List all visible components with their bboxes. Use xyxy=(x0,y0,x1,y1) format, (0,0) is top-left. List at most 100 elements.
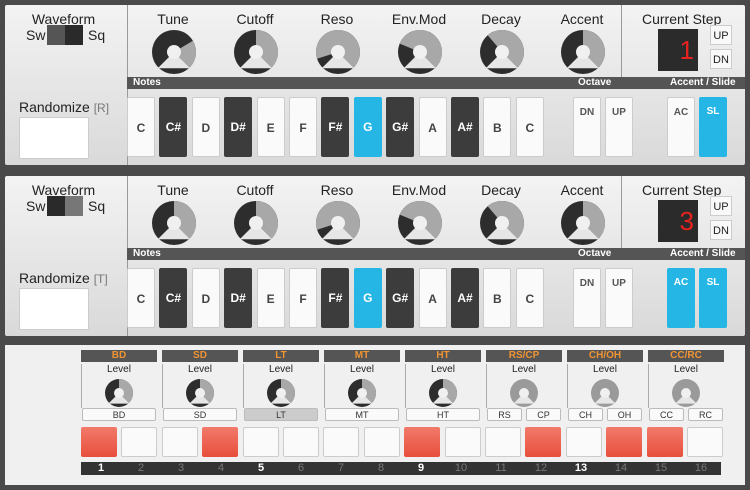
step-button-15[interactable] xyxy=(646,427,683,457)
note-key-b[interactable]: B xyxy=(483,97,512,157)
randomize-section: Randomize [R] xyxy=(5,77,128,165)
note-key-c[interactable]: C xyxy=(127,268,155,328)
step-button-10[interactable] xyxy=(444,427,481,457)
level-knob[interactable] xyxy=(509,378,539,408)
note-key-c-sharp[interactable]: C# xyxy=(159,97,188,157)
level-knob[interactable] xyxy=(266,378,296,408)
note-key-c[interactable]: C xyxy=(127,97,155,157)
note-key-d-sharp[interactable]: D# xyxy=(224,268,253,328)
step-button-4[interactable] xyxy=(202,427,239,457)
drum-select-bd[interactable]: BD xyxy=(82,408,156,421)
knob-tune-dial[interactable] xyxy=(151,200,197,246)
waveform-toggle-square[interactable] xyxy=(65,196,83,216)
slide-button[interactable]: SL xyxy=(699,268,727,328)
accent-button[interactable]: AC xyxy=(667,268,695,328)
note-key-a[interactable]: A xyxy=(418,97,447,157)
knob-reso-dial[interactable] xyxy=(315,200,361,246)
drum-select-lt[interactable]: LT xyxy=(244,408,318,421)
step-button-11[interactable] xyxy=(485,427,521,457)
note-key-c[interactable]: C xyxy=(515,97,544,157)
note-key-g[interactable]: G xyxy=(353,268,382,328)
drum-select-ht[interactable]: HT xyxy=(406,408,480,421)
step-number: 6 xyxy=(297,462,305,474)
note-key-e[interactable]: E xyxy=(256,268,285,328)
knob-cutoff-dial[interactable] xyxy=(233,29,279,75)
knob-tune-dial[interactable] xyxy=(151,29,197,75)
note-key-c[interactable]: C xyxy=(515,268,544,328)
note-key-d-sharp[interactable]: D# xyxy=(224,97,253,157)
step-button-1[interactable] xyxy=(81,427,117,457)
waveform-toggle-square[interactable] xyxy=(65,25,83,45)
note-key-g[interactable]: G xyxy=(353,97,382,157)
knob-decay-dial[interactable] xyxy=(479,200,525,246)
randomize-button[interactable] xyxy=(19,117,89,159)
step-button-16[interactable] xyxy=(687,427,723,457)
level-knob[interactable] xyxy=(671,378,701,408)
drum-select-ch[interactable]: CH xyxy=(568,408,603,421)
accent-button[interactable]: AC xyxy=(667,97,695,157)
step-button-3[interactable] xyxy=(161,427,198,457)
step-button-6[interactable] xyxy=(283,427,319,457)
step-button-14[interactable] xyxy=(606,427,643,457)
step-button-12[interactable] xyxy=(525,427,562,457)
waveform-toggle[interactable] xyxy=(47,196,83,216)
level-knob[interactable] xyxy=(185,378,215,408)
drum-select-rs[interactable]: RS xyxy=(487,408,522,421)
step-down-button[interactable]: DN xyxy=(710,49,732,69)
knob-reso-dial[interactable] xyxy=(315,29,361,75)
knob-env-mod-dial[interactable] xyxy=(397,29,443,75)
octave-up-button[interactable]: UP xyxy=(605,268,633,328)
drum-select-cc[interactable]: CC xyxy=(649,408,684,421)
level-knob[interactable] xyxy=(347,378,377,408)
note-key-f-sharp[interactable]: F# xyxy=(321,268,350,328)
step-up-button[interactable]: UP xyxy=(710,25,732,45)
note-key-f[interactable]: F xyxy=(289,268,317,328)
knob-label: Decay xyxy=(481,182,521,198)
octave-up-button[interactable]: UP xyxy=(605,97,633,157)
note-key-b[interactable]: B xyxy=(483,268,512,328)
slide-button[interactable]: SL xyxy=(699,97,727,157)
note-key-f[interactable]: F xyxy=(289,97,317,157)
step-down-button[interactable]: DN xyxy=(710,220,732,240)
note-key-g-sharp[interactable]: G# xyxy=(386,97,415,157)
drum-select-mt[interactable]: MT xyxy=(325,408,399,421)
note-key-d[interactable]: D xyxy=(191,97,220,157)
waveform-toggle-saw[interactable] xyxy=(47,196,65,216)
knob-decay-dial[interactable] xyxy=(479,29,525,75)
drum-select-sd[interactable]: SD xyxy=(163,408,237,421)
note-key-g-sharp[interactable]: G# xyxy=(386,268,415,328)
drum-group-sd: SD Level xyxy=(162,350,238,408)
randomize-button[interactable] xyxy=(19,288,89,330)
note-key-a[interactable]: A xyxy=(418,268,447,328)
knob-env-mod-dial[interactable] xyxy=(397,200,443,246)
waveform-toggle-saw[interactable] xyxy=(47,25,65,45)
drum-group-header: CC/RC xyxy=(648,350,724,362)
octave-dn-button[interactable]: DN xyxy=(573,97,601,157)
level-knob[interactable] xyxy=(104,378,134,408)
step-button-5[interactable] xyxy=(242,427,279,457)
drum-select-oh[interactable]: OH xyxy=(607,408,642,421)
knob-accent: Accent xyxy=(542,176,622,248)
drum-select-cp[interactable]: CP xyxy=(526,408,561,421)
step-up-button[interactable]: UP xyxy=(710,196,732,216)
waveform-toggle[interactable] xyxy=(47,25,83,45)
note-key-c-sharp[interactable]: C# xyxy=(159,268,188,328)
knob-cutoff-dial[interactable] xyxy=(233,200,279,246)
note-key-e[interactable]: E xyxy=(256,97,285,157)
step-button-13[interactable] xyxy=(565,427,602,457)
level-knob[interactable] xyxy=(428,378,458,408)
note-key-f-sharp[interactable]: F# xyxy=(321,97,350,157)
note-key-a-sharp[interactable]: A# xyxy=(451,97,479,157)
step-button-7[interactable] xyxy=(323,427,360,457)
drum-select-rc[interactable]: RC xyxy=(688,408,723,421)
step-button-9[interactable] xyxy=(404,427,441,457)
level-knob[interactable] xyxy=(590,378,620,408)
octave-dn-button[interactable]: DN xyxy=(573,268,601,328)
knob-accent-dial[interactable] xyxy=(560,29,606,75)
knob-accent-dial[interactable] xyxy=(560,200,606,246)
step-button-8[interactable] xyxy=(363,427,400,457)
step-button-2[interactable] xyxy=(121,427,158,457)
step-number: 15 xyxy=(654,462,668,474)
note-key-a-sharp[interactable]: A# xyxy=(451,268,479,328)
note-key-d[interactable]: D xyxy=(191,268,220,328)
